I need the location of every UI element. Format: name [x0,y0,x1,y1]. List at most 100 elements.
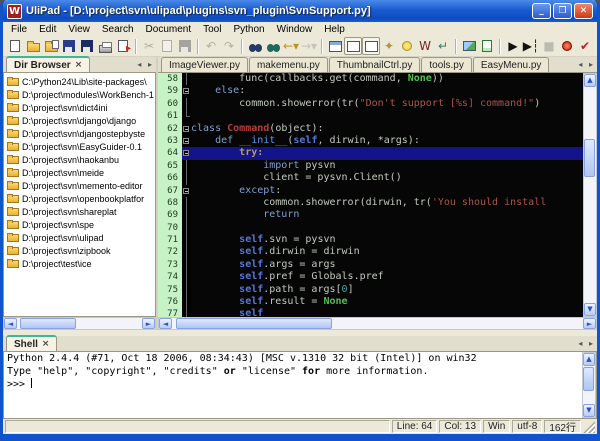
fold-margin[interactable] [182,222,191,234]
fold-collapse-icon[interactable] [183,138,189,144]
scroll-track[interactable] [172,318,583,329]
code-text[interactable]: self.result = None [191,296,583,308]
open-file-button[interactable] [24,37,42,55]
fold-margin[interactable] [182,259,191,271]
script-manager-button[interactable] [478,37,496,55]
code-text[interactable]: self.args = args [191,259,583,271]
code-line[interactable]: 77 self [158,308,583,317]
fold-margin[interactable] [182,147,191,159]
fold-margin[interactable] [182,85,191,97]
tree-item[interactable]: D:\project\svn\ulipad [6,231,155,244]
fold-margin[interactable] [182,284,191,296]
fold-collapse-icon[interactable] [183,150,189,156]
split-horizontal-button[interactable] [362,37,380,55]
tab-tools.py[interactable]: tools.py [421,57,471,72]
run-with-args-button[interactable]: ▶┆ [522,37,540,55]
fold-margin[interactable] [182,234,191,246]
code-line[interactable]: 68 common.showerror(dirwin, tr('You shou… [158,197,583,209]
code-text[interactable]: self.path = args[0] [191,284,583,296]
code-text[interactable]: import pysvn [191,160,583,172]
editor-hscrollbar[interactable]: ◄ ► [158,317,597,330]
menu-edit[interactable]: Edit [33,24,62,35]
code-line[interactable]: 61 [158,110,583,122]
open-directory-button[interactable] [42,37,60,55]
debug-button[interactable] [558,37,576,55]
scroll-left-icon[interactable]: ◄ [159,318,172,329]
code-editor[interactable]: 58 func(callbacks.get(command, None))59 … [158,73,597,317]
scroll-track[interactable] [583,366,595,404]
menu-help[interactable]: Help [318,24,351,35]
scroll-thumb[interactable] [20,318,76,329]
tree-item[interactable]: D:\project\svn\django\django [6,114,155,127]
fold-collapse-icon[interactable] [183,188,189,194]
split-vertical-button[interactable] [344,37,362,55]
scroll-left-icon[interactable]: ◄ [4,318,17,329]
fold-margin[interactable] [182,197,191,209]
code-text[interactable]: else: [191,85,583,97]
close-button[interactable]: ✕ [574,3,593,19]
tab-shell[interactable]: Shell × [6,335,57,351]
code-line[interactable]: 67 except: [158,185,583,197]
tab-scroll-arrows-icon[interactable]: ◂ ▸ [137,60,154,69]
fold-margin[interactable] [182,110,191,122]
fold-margin[interactable] [182,73,191,85]
fold-margin[interactable] [182,296,191,308]
menu-file[interactable]: File [5,24,33,35]
code-line[interactable]: 76 self.result = None [158,296,583,308]
tree-item[interactable]: D:\project\svn\meide [6,166,155,179]
tree-item[interactable]: D:\project\svn\djangostepbyste [6,127,155,140]
replace-button[interactable] [264,37,282,55]
resize-grip[interactable] [583,421,595,433]
code-text[interactable]: self [191,308,583,317]
tab-close-icon[interactable]: × [42,339,50,349]
tab-scroll-arrows-icon[interactable]: ◂ ▸ [578,339,595,348]
code-line[interactable]: 70 [158,222,583,234]
tab-dir-browser[interactable]: Dir Browser × [6,56,90,72]
save-button[interactable] [60,37,78,55]
code-text[interactable] [191,110,583,122]
find-button[interactable] [246,37,264,55]
code-line[interactable]: 66 client = pysvn.Client() [158,172,583,184]
menu-window[interactable]: Window [271,24,319,35]
tree-item[interactable]: C:\Python24\Lib\site-packages\ [6,75,155,88]
code-line[interactable]: 69 return [158,209,583,221]
scroll-up-icon[interactable]: ▲ [583,353,595,366]
code-line[interactable]: 58 func(callbacks.get(command, None)) [158,73,583,85]
title-bar[interactable]: W UliPad - [D:\project\svn\ulipad\plugin… [3,0,597,22]
tab-ThumbnailCtrl.py[interactable]: ThumbnailCtrl.py [329,57,421,72]
wizard-button[interactable]: ✦ [380,37,398,55]
tree-item[interactable]: D:\project\svn\haokanbu [6,153,155,166]
tree-item[interactable]: D:\project\svn\dict4ini [6,101,155,114]
fold-collapse-icon[interactable] [183,88,189,94]
dir-browser-hscrollbar[interactable]: ◄ ► [3,317,156,330]
code-line[interactable]: 64 try: [158,147,583,159]
scroll-thumb[interactable] [584,139,595,177]
fold-margin[interactable] [182,160,191,172]
save-all-button[interactable] [78,37,96,55]
tree-item[interactable]: D:\project\svn\shareplat [6,205,155,218]
code-text[interactable]: common.showerror(tr("Don't support [%s] … [191,98,583,110]
shell-vscrollbar[interactable]: ▲ ▼ [582,352,596,418]
new-file-button[interactable] [6,37,24,55]
fold-margin[interactable] [182,271,191,283]
run-button[interactable]: ▶ [504,37,522,55]
code-text[interactable]: except: [191,185,583,197]
code-text[interactable]: return [191,209,583,221]
code-text[interactable] [191,222,583,234]
scroll-track[interactable] [17,318,142,329]
code-line[interactable]: 74 self.pref = Globals.pref [158,271,583,283]
code-line[interactable]: 60 common.showerror(tr("Don't support [%… [158,98,583,110]
shell-output[interactable]: Python 2.4.4 (#71, Oct 18 2006, 08:34:43… [4,352,582,418]
code-line[interactable]: 65 import pysvn [158,160,583,172]
menu-python[interactable]: Python [227,24,270,35]
print-button[interactable] [96,37,114,55]
fold-margin[interactable] [182,185,191,197]
code-text[interactable]: class Command(object): [191,123,583,135]
code-text[interactable]: self.pref = Globals.pref [191,271,583,283]
code-text[interactable]: try: [191,147,583,159]
tree-item[interactable]: D:\project\svn\memento-editor [6,179,155,192]
tree-item[interactable]: D:\project\modules\WorkBench-1 [6,88,155,101]
tree-item[interactable]: D:\project\svn\zipbook [6,244,155,257]
menu-search[interactable]: Search [96,24,140,35]
export-button[interactable] [114,37,132,55]
